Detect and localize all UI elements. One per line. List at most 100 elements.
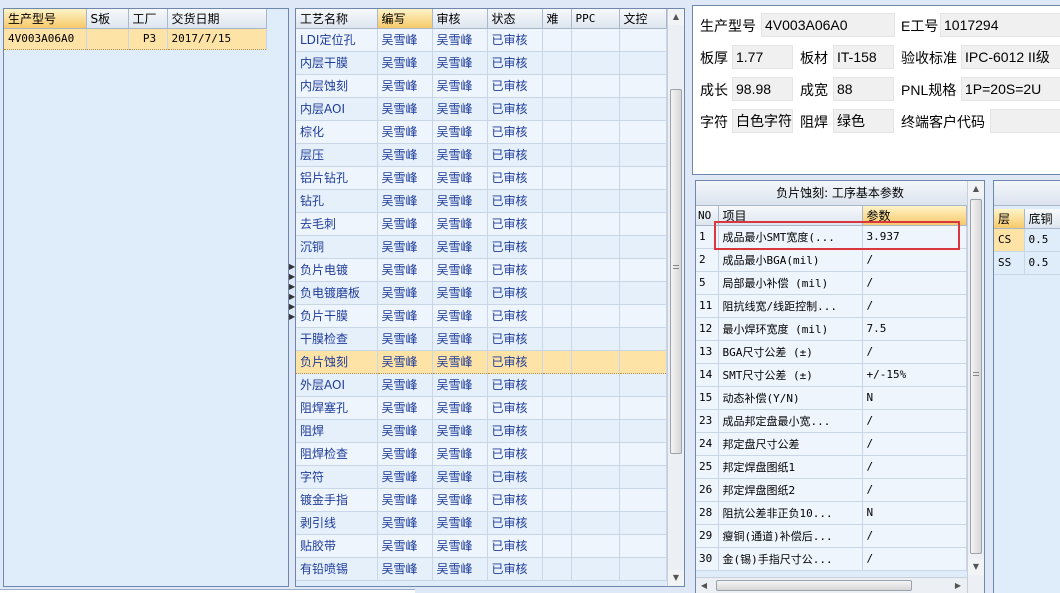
col-header-no[interactable]: NO [696,206,719,226]
process-name-cell[interactable]: 内层蚀刻 [296,74,378,98]
process-doc-control-cell[interactable] [619,74,667,98]
process-ppc-cell[interactable] [571,488,620,512]
param-item-cell[interactable]: 邦定焊盘图纸2 [718,478,863,502]
process-difficulty-cell[interactable] [542,281,572,305]
process-row[interactable]: 镀金手指 吴雪峰 吴雪峰 已审核 [296,488,667,512]
param-item-cell[interactable]: 金(锡)手指尺寸公... [718,547,863,571]
param-item-cell[interactable]: 邦定焊盘图纸1 [718,455,863,479]
param-no-cell[interactable]: 15 [696,386,719,410]
order-date-cell[interactable]: 2017/7/15 [167,27,267,50]
process-row[interactable]: 层压 吴雪峰 吴雪峰 已审核 [296,143,667,167]
process-difficulty-cell[interactable] [542,212,572,236]
process-row[interactable]: 负片干膜 吴雪峰 吴雪峰 已审核 [296,304,667,328]
process-row[interactable]: 阻焊塞孔 吴雪峰 吴雪峰 已审核 [296,396,667,420]
process-status-cell[interactable]: 已审核 [487,465,543,489]
process-doc-control-cell[interactable] [619,281,667,305]
param-item-cell[interactable]: BGA尺寸公差 (±) [718,340,863,364]
process-author-cell[interactable]: 吴雪峰 [377,511,433,535]
col-header-doc-control[interactable]: 文控 [619,9,667,29]
scroll-down-icon[interactable]: ▼ [668,570,684,586]
process-reviewer-cell[interactable]: 吴雪峰 [432,51,488,75]
process-difficulty-cell[interactable] [542,189,572,213]
process-reviewer-cell[interactable]: 吴雪峰 [432,349,488,374]
process-row[interactable]: 钻孔 吴雪峰 吴雪峰 已审核 [296,189,667,213]
col-header-process-name[interactable]: 工艺名称 [296,9,378,29]
process-ppc-cell[interactable] [571,557,620,581]
process-status-cell[interactable]: 已审核 [487,281,543,305]
process-status-cell[interactable]: 已审核 [487,212,543,236]
col-header-factory[interactable]: 工厂 [128,9,168,29]
param-no-cell[interactable]: 14 [696,363,719,387]
process-name-cell[interactable]: 负电镀磨板 [296,281,378,305]
param-no-cell[interactable]: 28 [696,501,719,525]
process-doc-control-cell[interactable] [619,534,667,558]
process-doc-control-cell[interactable] [619,557,667,581]
process-ppc-cell[interactable] [571,212,620,236]
process-ppc-cell[interactable] [571,51,620,75]
process-ppc-cell[interactable] [571,281,620,305]
params-scrollbar[interactable]: ▲ ▼ [967,181,984,593]
process-row[interactable]: 贴胶带 吴雪峰 吴雪峰 已审核 [296,534,667,558]
process-name-cell[interactable]: 铝片钻孔 [296,166,378,190]
col-header-difficulty[interactable]: 难 [542,9,572,29]
process-row[interactable]: 负片电镀 吴雪峰 吴雪峰 已审核 [296,258,667,282]
process-difficulty-cell[interactable] [542,465,572,489]
process-author-cell[interactable]: 吴雪峰 [377,166,433,190]
process-status-cell[interactable]: 已审核 [487,557,543,581]
process-row[interactable]: 剥引线 吴雪峰 吴雪峰 已审核 [296,511,667,535]
process-doc-control-cell[interactable] [619,327,667,351]
process-name-cell[interactable]: 镀金手指 [296,488,378,512]
process-doc-control-cell[interactable] [619,349,667,374]
e-number-field[interactable]: 1017294 [940,13,1060,37]
process-doc-control-cell[interactable] [619,120,667,144]
process-doc-control-cell[interactable] [619,304,667,328]
param-value-cell[interactable]: N [862,386,967,410]
process-difficulty-cell[interactable] [542,28,572,52]
param-value-cell[interactable]: / [862,432,967,456]
model-field[interactable]: 4V003A06A0 [761,13,895,37]
pnl-field[interactable]: 1P=20S=2U [961,77,1060,101]
process-name-cell[interactable]: 干膜检查 [296,327,378,351]
process-difficulty-cell[interactable] [542,373,572,397]
param-row[interactable]: 11 阻抗线宽/线距控制... / [696,294,967,318]
param-value-cell[interactable]: / [862,478,967,502]
process-reviewer-cell[interactable]: 吴雪峰 [432,143,488,167]
process-status-cell[interactable]: 已审核 [487,97,543,121]
process-author-cell[interactable]: 吴雪峰 [377,74,433,98]
process-name-cell[interactable]: 内层干膜 [296,51,378,75]
param-item-cell[interactable]: 最小焊环宽度 (mil) [718,317,863,341]
process-row[interactable]: 铝片钻孔 吴雪峰 吴雪峰 已审核 [296,166,667,190]
process-row[interactable]: 去毛刺 吴雪峰 吴雪峰 已审核 [296,212,667,236]
process-reviewer-cell[interactable]: 吴雪峰 [432,97,488,121]
param-no-cell[interactable]: 2 [696,248,719,272]
process-difficulty-cell[interactable] [542,349,572,374]
param-row[interactable]: 12 最小焊环宽度 (mil) 7.5 [696,317,967,341]
process-author-cell[interactable]: 吴雪峰 [377,396,433,420]
param-row[interactable]: 23 成品邦定盘最小宽... / [696,409,967,433]
param-value-cell[interactable]: +/-15% [862,363,967,387]
param-value-cell[interactable]: / [862,524,967,548]
process-author-cell[interactable]: 吴雪峰 [377,442,433,466]
col-header-item[interactable]: 项目 [718,206,863,226]
process-doc-control-cell[interactable] [619,488,667,512]
param-value-cell[interactable]: 7.5 [862,317,967,341]
param-item-cell[interactable]: 动态补偿(Y/N) [718,386,863,410]
param-no-cell[interactable]: 11 [696,294,719,318]
process-status-cell[interactable]: 已审核 [487,189,543,213]
col-header-value[interactable]: 参数 [862,206,967,226]
process-doc-control-cell[interactable] [619,442,667,466]
process-name-cell[interactable]: 负片干膜 [296,304,378,328]
param-row[interactable]: 5 局部最小补偿 (mil) / [696,271,967,295]
process-ppc-cell[interactable] [571,373,620,397]
process-status-cell[interactable]: 已审核 [487,304,543,328]
process-name-cell[interactable]: 负片蚀刻 [296,349,378,374]
layer-name-cell[interactable]: CS [994,228,1025,252]
process-name-cell[interactable]: 外层AOI [296,373,378,397]
process-author-cell[interactable]: 吴雪峰 [377,189,433,213]
process-ppc-cell[interactable] [571,120,620,144]
order-model-cell[interactable]: 4V003A06A0 [4,27,87,50]
process-row[interactable]: 阻焊 吴雪峰 吴雪峰 已审核 [296,419,667,443]
param-row[interactable]: 2 成品最小BGA(mil) / [696,248,967,272]
thickness-field[interactable]: 1.77 [732,45,793,69]
param-item-cell[interactable]: 局部最小补偿 (mil) [718,271,863,295]
